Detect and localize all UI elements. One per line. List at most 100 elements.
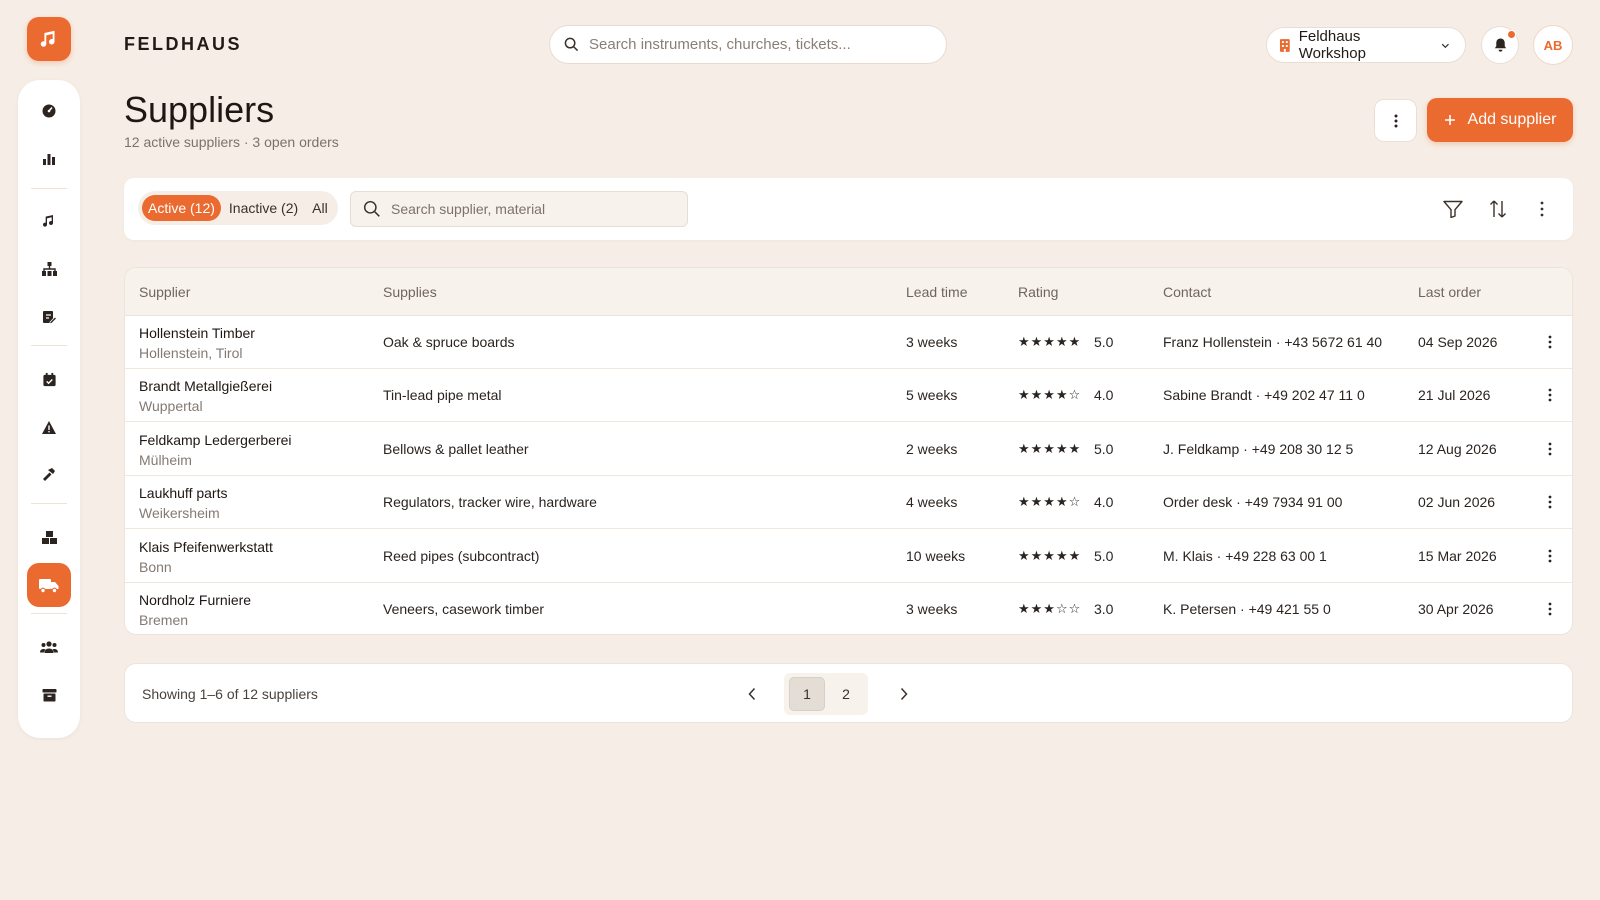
bell-icon — [1494, 38, 1506, 52]
app-logo[interactable] — [27, 17, 71, 61]
supplies-cell: Regulators, tracker wire, hardware — [383, 494, 597, 511]
sidebar-item-dashboard[interactable] — [27, 89, 71, 133]
music-note-icon — [43, 215, 53, 227]
col-supplies[interactable]: Supplies — [383, 284, 437, 300]
sidebar-item-team[interactable] — [27, 625, 71, 669]
pagination: Showing 1–6 of 12 suppliers 1 2 — [124, 663, 1573, 723]
hammer-icon — [43, 468, 55, 481]
supplier-location: Hollenstein, Tirol — [139, 345, 243, 361]
filter-bar: Active (12) Inactive (2) All — [124, 178, 1573, 240]
supplier-name[interactable]: Nordholz Furniere — [139, 592, 251, 608]
col-last-order[interactable]: Last order — [1418, 284, 1481, 300]
truck-icon — [39, 578, 59, 593]
supplies-cell: Bellows & pallet leather — [383, 440, 529, 457]
supplier-name[interactable]: Laukhuff parts — [139, 485, 227, 501]
organization-icon — [41, 262, 57, 276]
row-more-button[interactable] — [1538, 330, 1562, 354]
warning-icon — [42, 420, 56, 434]
page-more-button[interactable] — [1374, 99, 1417, 142]
sidebar-item-archive[interactable] — [27, 673, 71, 717]
users-icon — [40, 641, 58, 653]
sidebar-item-churches[interactable] — [27, 247, 71, 291]
global-search[interactable] — [549, 25, 947, 64]
rating-stars: ★★★★☆ — [1018, 494, 1082, 510]
next-page-button[interactable] — [891, 681, 917, 707]
dashboard-icon — [42, 104, 56, 118]
table-row[interactable]: Klais Pfeifenwerkstatt Bonn Reed pipes (su… — [125, 530, 1572, 583]
archive-icon — [42, 689, 56, 702]
sidebar-item-suppliers[interactable] — [27, 563, 71, 607]
supplies-cell: Reed pipes (subcontract) — [383, 547, 540, 564]
contact-cell: Sabine Brandt · +49 202 47 11 0 — [1163, 387, 1365, 404]
tab-inactive[interactable]: Inactive (2) — [223, 195, 304, 221]
chevron-down-icon — [1442, 43, 1450, 48]
sidebar-item-inventory[interactable] — [27, 515, 71, 559]
more-vertical-icon — [1548, 388, 1552, 402]
page-1-button[interactable]: 1 — [789, 677, 825, 711]
more-vertical-icon — [1394, 114, 1397, 127]
lead-time-cell: 4 weeks — [906, 494, 958, 511]
search-icon — [564, 37, 579, 52]
calendar-icon — [42, 372, 56, 386]
chevron-left-icon — [748, 687, 756, 701]
last-order-cell: 30 Apr 2026 — [1418, 601, 1494, 617]
more-vertical-icon — [1548, 602, 1552, 616]
last-order-cell: 12 Aug 2026 — [1418, 440, 1497, 457]
rating-stars: ★★★☆☆ — [1018, 601, 1082, 616]
sort-button[interactable] — [1485, 196, 1511, 222]
table-row[interactable]: Hollenstein Timber Hollenstein, Tirol Oak … — [125, 316, 1572, 369]
sidebar-item-issues[interactable] — [27, 405, 71, 449]
inventory-boxes-icon — [41, 530, 57, 544]
rating-value: 5.0 — [1094, 547, 1114, 564]
supplier-search[interactable] — [350, 191, 688, 227]
tab-all[interactable]: All — [306, 195, 334, 221]
sidebar-item-contracts[interactable] — [27, 295, 71, 339]
last-order-cell: 21 Jul 2026 — [1418, 387, 1491, 404]
lead-time-cell: 3 weeks — [906, 601, 958, 617]
row-more-button[interactable] — [1538, 383, 1562, 407]
tab-active[interactable]: Active (12) — [142, 195, 221, 221]
table-row[interactable]: Brandt Metallgießerei Wuppertal Tin-lead p… — [125, 369, 1572, 423]
col-supplier[interactable]: Supplier — [139, 284, 190, 300]
user-avatar[interactable]: AB — [1533, 25, 1573, 65]
contact-cell: Franz Hollenstein · +43 5672 61 40 — [1163, 334, 1383, 350]
prev-page-button[interactable] — [739, 681, 765, 707]
page-2-button[interactable]: 2 — [828, 677, 864, 711]
lead-time-cell: 2 weeks — [906, 440, 958, 457]
bar-chart-icon — [43, 154, 55, 165]
col-lead-time[interactable]: Lead time — [906, 284, 967, 300]
sidebar-item-instruments[interactable] — [27, 199, 71, 243]
table-row[interactable]: Laukhuff parts Weikersheim Regulators, tra… — [125, 476, 1572, 530]
supplier-name[interactable]: Hollenstein Timber — [139, 325, 255, 341]
row-more-button[interactable] — [1538, 544, 1562, 568]
chevron-right-icon — [900, 687, 908, 701]
supplier-location: Mülheim — [139, 451, 192, 468]
table-row[interactable]: Feldkamp Ledergerberei Mülheim Bellows & p… — [125, 423, 1572, 476]
sidebar-item-repairs[interactable] — [27, 453, 71, 497]
add-supplier-button[interactable]: Add supplier — [1427, 98, 1573, 142]
filter-button[interactable] — [1440, 196, 1466, 222]
sidebar-item-calendar[interactable] — [27, 357, 71, 401]
rating-stars: ★★★★★ — [1018, 547, 1082, 563]
more-vertical-icon — [1548, 549, 1552, 562]
workspace-switcher[interactable]: Feldhaus Workshop — [1266, 27, 1466, 63]
supplier-name[interactable]: Klais Pfeifenwerkstatt — [139, 539, 273, 555]
supplier-name[interactable]: Brandt Metallgießerei — [139, 378, 272, 394]
page-title: Suppliers — [124, 89, 275, 130]
more-vertical-icon — [1548, 442, 1552, 456]
filter-more-button[interactable] — [1529, 196, 1555, 222]
supplier-name[interactable]: Feldkamp Ledergerberei — [139, 432, 292, 448]
row-more-button[interactable] — [1538, 597, 1562, 621]
global-search-input[interactable] — [589, 36, 946, 53]
supplier-search-input[interactable] — [391, 201, 687, 217]
rating-value: 5.0 — [1094, 334, 1114, 350]
row-more-button[interactable] — [1538, 490, 1562, 514]
table-row[interactable]: Nordholz Furniere Bremen Veneers, casework… — [125, 583, 1572, 634]
status-tabs: Active (12) Inactive (2) All — [138, 191, 338, 225]
filter-icon — [1443, 200, 1463, 218]
row-more-button[interactable] — [1538, 437, 1562, 461]
col-rating[interactable]: Rating — [1018, 284, 1058, 300]
col-contact[interactable]: Contact — [1163, 284, 1211, 300]
supplies-cell: Veneers, casework timber — [383, 601, 545, 617]
sidebar-item-reports[interactable] — [27, 137, 71, 181]
